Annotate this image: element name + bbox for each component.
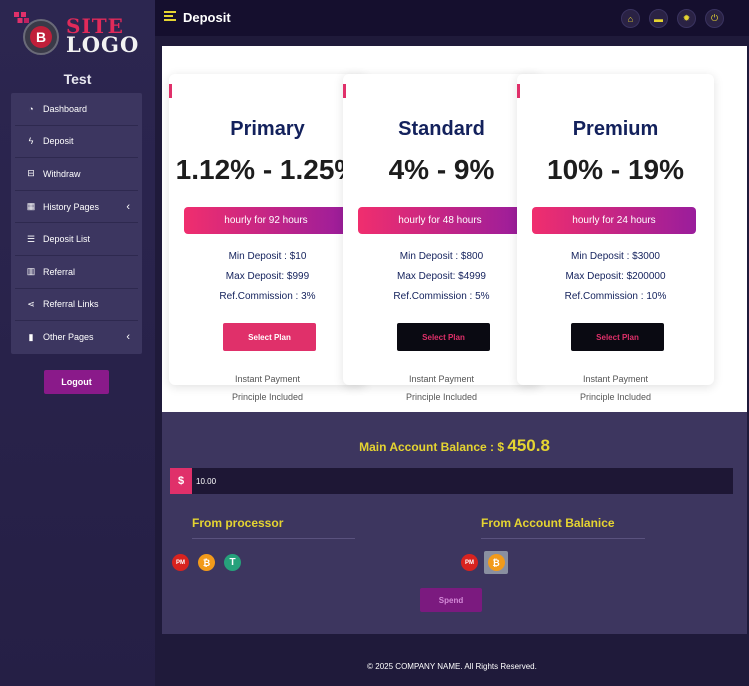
bitcoin-icon[interactable]: ₿ xyxy=(198,554,215,571)
balance-panel: Main Account Balance : $ 450.8 $ From pr… xyxy=(162,412,747,634)
sidebar-menu: ◔ Dashboard ϟ Deposit ⊟ Withdraw ▦ Histo… xyxy=(11,93,142,354)
message-icon[interactable]: ▬ xyxy=(649,9,668,28)
sidebar-item-referral-links[interactable]: ⋖ Referral Links xyxy=(15,289,138,322)
user-name: Test xyxy=(63,71,92,87)
plan-min-deposit: Min Deposit : $800 xyxy=(399,251,484,262)
plan-name: Standard xyxy=(398,118,485,140)
plan-rate: 1.12% - 1.25% xyxy=(175,154,360,185)
plan-min-deposit: Min Deposit : $10 xyxy=(228,251,307,262)
sidebar-item-other-pages[interactable]: ▮ Other Pages ‹ xyxy=(15,321,138,354)
balance-label: Main Account Balance : $ xyxy=(359,440,505,454)
selected-method-frame[interactable]: ₿ xyxy=(484,551,508,574)
from-processor-title: From processor xyxy=(192,516,355,539)
tether-icon[interactable]: T xyxy=(224,554,241,571)
sidebar-item-label: Other Pages xyxy=(43,332,94,343)
sidebar-item-referral[interactable]: ▥ Referral xyxy=(15,256,138,289)
footer-copyright: © 2025 COMPANY NAME. All Rights Reserved… xyxy=(367,662,537,671)
sidebar-item-label: Dashboard xyxy=(43,103,88,114)
site-logo[interactable]: B SITE LOGO xyxy=(14,10,144,58)
plans-panel: Primary 1.12% - 1.25% hourly for 92 hour… xyxy=(162,46,747,412)
inbox-icon: ⊟ xyxy=(27,168,35,179)
select-plan-button[interactable]: Select Plan xyxy=(397,323,490,351)
plan-ref-commission: Ref.Commission : 10% xyxy=(564,291,667,302)
plan-payment: Instant Payment xyxy=(582,374,649,384)
plan-card-premium: Premium 10% - 19% hourly for 24 hours Mi… xyxy=(517,74,714,402)
plan-ref-commission: Ref.Commission : 3% xyxy=(219,291,316,302)
logout-button[interactable]: Logout xyxy=(44,370,109,394)
logo-logo-text: LOGO xyxy=(66,32,140,57)
plan-duration: hourly for 24 hours xyxy=(532,207,696,234)
plan-card-primary: Primary 1.12% - 1.25% hourly for 92 hour… xyxy=(169,74,366,402)
sidebar-item-label: History Pages xyxy=(43,201,100,212)
select-plan-button[interactable]: Select Plan xyxy=(223,323,316,351)
card-marker xyxy=(343,84,346,98)
sidebar-item-dashboard[interactable]: ◔ Dashboard xyxy=(15,93,138,126)
bitcoin-icon: ₿ xyxy=(487,554,505,571)
chart-icon: ▥ xyxy=(26,266,36,277)
plan-name: Primary xyxy=(230,118,305,140)
list-icon: ☰ xyxy=(26,233,36,244)
from-account-title: From Account Balanice xyxy=(481,516,645,539)
dollar-icon: $ xyxy=(170,468,192,494)
spend-button[interactable]: Spend xyxy=(420,588,482,612)
plan-rate: 4% - 9% xyxy=(388,154,495,185)
sidebar-item-label: Deposit List xyxy=(43,234,91,245)
plan-max-deposit: Max Deposit: $4999 xyxy=(397,271,486,282)
dashboard-icon: ◔ xyxy=(28,103,34,114)
plan-card-standard: Standard 4% - 9% hourly for 48 hours Min… xyxy=(343,74,540,402)
menu-toggle-icon[interactable] xyxy=(164,11,176,23)
plan-duration: hourly for 48 hours xyxy=(358,207,522,234)
perfect-money-icon[interactable]: PM xyxy=(461,554,478,571)
plan-principle: Principle Included xyxy=(579,392,652,402)
amount-input[interactable] xyxy=(196,468,726,494)
logo-mark-icon: B xyxy=(14,12,59,55)
plan-rate: 10% - 19% xyxy=(547,154,684,185)
page-title: Deposit xyxy=(183,10,231,25)
plan-duration: hourly for 92 hours xyxy=(184,207,348,234)
plan-ref-commission: Ref.Commission : 5% xyxy=(393,291,490,302)
plan-payment: Instant Payment xyxy=(408,374,475,384)
plan-min-deposit: Min Deposit : $3000 xyxy=(571,251,660,262)
sidebar-item-label: Referral Links xyxy=(43,299,99,310)
share-icon: ⋖ xyxy=(27,298,35,309)
chevron-left-icon: ‹ xyxy=(126,331,130,344)
amount-field: $ xyxy=(170,468,733,494)
plan-max-deposit: Max Deposit: $999 xyxy=(225,271,310,282)
file-icon: ▮ xyxy=(28,331,34,342)
main-account-balance: Main Account Balance : $ 450.8 xyxy=(162,436,747,456)
sidebar-item-label: Referral xyxy=(43,266,76,277)
sidebar-item-deposit[interactable]: ϟ Deposit xyxy=(15,126,138,159)
sidebar-item-withdraw[interactable]: ⊟ Withdraw xyxy=(15,158,138,191)
card-marker xyxy=(517,84,520,98)
select-plan-button[interactable]: Select Plan xyxy=(571,323,664,351)
plan-principle: Principle Included xyxy=(405,392,478,402)
sidebar-item-label: Deposit xyxy=(43,136,74,147)
plan-max-deposit: Max Deposit: $200000 xyxy=(565,271,666,282)
card-marker xyxy=(169,84,172,98)
balance-amount: 450.8 xyxy=(507,436,550,455)
svg-text:B: B xyxy=(36,29,46,45)
settings-icon[interactable]: ✹ xyxy=(677,9,696,28)
plan-name: Premium xyxy=(572,118,659,140)
sidebar-item-history-pages[interactable]: ▦ History Pages ‹ xyxy=(15,191,138,224)
sidebar-item-deposit-list[interactable]: ☰ Deposit List xyxy=(15,223,138,256)
home-icon[interactable]: ⌂ xyxy=(621,9,640,28)
sidebar: B SITE LOGO Test ◔ Dashboard ϟ Deposit ⊟… xyxy=(0,0,155,686)
bolt-icon: ϟ xyxy=(28,136,34,147)
topbar: Deposit ⌂ ▬ ✹ ⏻ xyxy=(155,0,749,36)
power-icon[interactable]: ⏻ xyxy=(705,9,724,28)
plan-payment: Instant Payment xyxy=(234,374,301,384)
plan-principle: Principle Included xyxy=(231,392,304,402)
sidebar-item-label: Withdraw xyxy=(43,168,81,179)
table-icon: ▦ xyxy=(26,201,36,212)
chevron-left-icon: ‹ xyxy=(126,200,130,213)
perfect-money-icon[interactable]: PM xyxy=(172,554,189,571)
